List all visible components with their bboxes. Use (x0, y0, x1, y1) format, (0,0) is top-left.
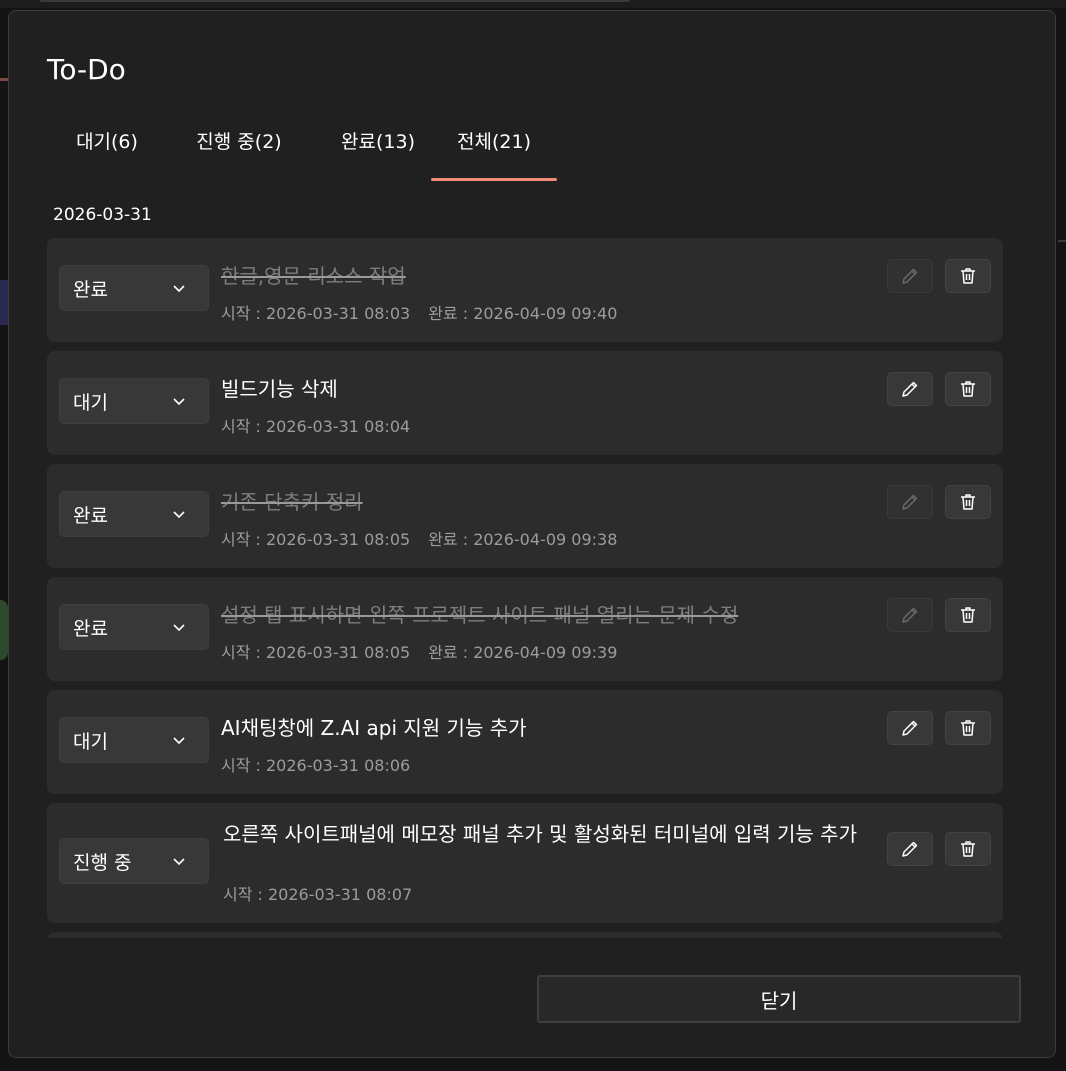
edit-button[interactable] (887, 598, 933, 632)
status-value: 대기 (73, 391, 108, 414)
trash-icon (961, 720, 975, 736)
completed-time: 완료 : 2026-04-09 09:39 (428, 643, 618, 662)
tab-in-progress[interactable]: 진행 중(2) (179, 127, 299, 179)
status-value: 대기 (73, 730, 108, 753)
status-dropdown[interactable]: 진행 중 (59, 838, 209, 884)
delete-button[interactable] (945, 598, 991, 632)
trash-icon (961, 607, 975, 623)
trash-icon (961, 268, 975, 284)
task-card: 완료 설정 탭 표시하면 왼쪽 프로젝트 사이트 패널 열리는 문제 수정 시작… (47, 577, 1003, 681)
edit-button[interactable] (887, 485, 933, 519)
trash-icon (961, 494, 975, 510)
edit-button[interactable] (887, 832, 933, 866)
dialog-title: To-Do (47, 53, 126, 86)
chevron-down-icon (173, 737, 185, 745)
delete-button[interactable] (945, 372, 991, 406)
tab-waiting[interactable]: 대기(6) (61, 127, 153, 179)
background-divider (1058, 240, 1066, 242)
status-value: 완료 (73, 278, 108, 301)
task-card (47, 932, 1003, 938)
task-title: 오른쪽 사이트패널에 메모장 패널 추가 및 활성화된 터미널에 입력 기능 추… (223, 822, 857, 846)
pencil-icon (902, 268, 918, 284)
status-dropdown[interactable]: 완료 (59, 265, 209, 311)
task-meta: 시작 : 2026-03-31 08:07 (223, 881, 412, 905)
start-time: 시작 : 2026-03-31 08:06 (221, 756, 411, 775)
task-meta: 시작 : 2026-03-31 08:05 완료 : 2026-04-09 09:… (221, 639, 617, 663)
task-card: 진행 중 오른쪽 사이트패널에 메모장 패널 추가 및 활성화된 터미널에 입력… (47, 803, 1003, 923)
status-dropdown[interactable]: 완료 (59, 491, 209, 537)
task-card: 완료 기존 단축키 정리 시작 : 2026-03-31 08:05 완료 : 2… (47, 464, 1003, 568)
completed-time: 완료 : 2026-04-09 09:40 (428, 304, 618, 323)
task-title: AI채팅창에 Z.AI api 지원 기능 추가 (221, 716, 527, 740)
delete-button[interactable] (945, 485, 991, 519)
task-meta: 시작 : 2026-03-31 08:05 완료 : 2026-04-09 09:… (221, 526, 617, 550)
tab-completed[interactable]: 완료(13) (323, 127, 433, 179)
chevron-down-icon (173, 285, 185, 293)
date-group-header: 2026-03-31 (53, 205, 152, 225)
completed-time: 완료 : 2026-04-09 09:38 (428, 530, 618, 549)
start-time: 시작 : 2026-03-31 08:05 (221, 643, 411, 662)
pencil-icon (902, 607, 918, 623)
task-title: 빌드기능 삭제 (221, 377, 338, 401)
chevron-down-icon (173, 624, 185, 632)
task-meta: 시작 : 2026-03-31 08:04 (221, 413, 410, 437)
trash-icon (961, 841, 975, 857)
pencil-icon (902, 720, 918, 736)
start-time: 시작 : 2026-03-31 08:05 (221, 530, 411, 549)
background-panel-chart (0, 600, 8, 660)
delete-button[interactable] (945, 832, 991, 866)
start-time: 시작 : 2026-03-31 08:07 (223, 885, 413, 904)
start-time: 시작 : 2026-03-31 08:03 (221, 304, 411, 323)
status-value: 진행 중 (73, 851, 132, 874)
task-card: 대기 빌드기능 삭제 시작 : 2026-03-31 08:04 (47, 351, 1003, 455)
task-title: 한글,영문 리소스 작업 (221, 264, 406, 288)
edit-button[interactable] (887, 259, 933, 293)
chevron-down-icon (173, 858, 185, 866)
tab-all[interactable]: 전체(21) (431, 127, 557, 181)
status-dropdown[interactable]: 대기 (59, 717, 209, 763)
tab-bar: 대기(6) 진행 중(2) 완료(13) 전체(21) (47, 127, 607, 187)
status-value: 완료 (73, 617, 108, 640)
background-panel-block (0, 280, 8, 325)
task-meta: 시작 : 2026-03-31 08:06 (221, 752, 410, 776)
task-card: 대기 AI채팅창에 Z.AI api 지원 기능 추가 시작 : 2026-03… (47, 690, 1003, 794)
status-dropdown[interactable]: 완료 (59, 604, 209, 650)
task-card: 완료 한글,영문 리소스 작업 시작 : 2026-03-31 08:03 완료 … (47, 238, 1003, 342)
background-search-bar (40, 0, 630, 2)
tab-label: 완료(13) (341, 131, 415, 153)
pencil-icon (902, 494, 918, 510)
chevron-down-icon (173, 398, 185, 406)
status-dropdown[interactable]: 대기 (59, 378, 209, 424)
delete-button[interactable] (945, 711, 991, 745)
task-title: 설정 탭 표시하면 왼쪽 프로젝트 사이트 패널 열리는 문제 수정 (221, 603, 739, 627)
status-value: 완료 (73, 504, 108, 527)
todo-dialog: To-Do 대기(6) 진행 중(2) 완료(13) 전체(21) 2026-0… (8, 10, 1056, 1058)
chevron-down-icon (173, 511, 185, 519)
task-list[interactable]: 완료 한글,영문 리소스 작업 시작 : 2026-03-31 08:03 완료 … (47, 238, 1003, 938)
edit-button[interactable] (887, 372, 933, 406)
task-meta: 시작 : 2026-03-31 08:03 완료 : 2026-04-09 09:… (221, 300, 617, 324)
edit-button[interactable] (887, 711, 933, 745)
tab-label: 진행 중(2) (196, 131, 282, 153)
start-time: 시작 : 2026-03-31 08:04 (221, 417, 411, 436)
delete-button[interactable] (945, 259, 991, 293)
active-tab-indicator (431, 178, 557, 181)
close-button[interactable]: 닫기 (537, 975, 1021, 1023)
tab-label: 대기(6) (76, 131, 138, 153)
pencil-icon (902, 841, 918, 857)
pencil-icon (902, 381, 918, 397)
trash-icon (961, 381, 975, 397)
background-tab-indicator (0, 78, 8, 81)
task-title: 기존 단축키 정리 (221, 490, 363, 514)
tab-label: 전체(21) (457, 131, 531, 153)
